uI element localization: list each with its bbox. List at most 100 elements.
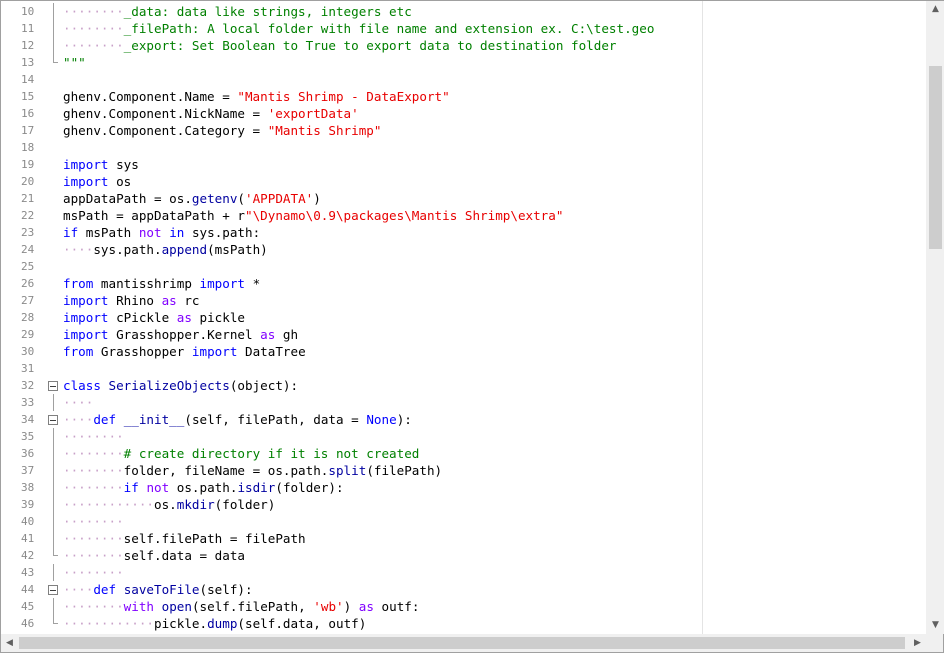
code-line[interactable]: 25 <box>1 258 926 275</box>
code-line[interactable]: 18 <box>1 139 926 156</box>
code-line[interactable]: 12 ········_export: Set Boolean to True t… <box>1 37 926 54</box>
code-line[interactable]: 32 class SerializeObjects(object): <box>1 377 926 394</box>
code-line[interactable]: 42 ········self.data = data <box>1 547 926 564</box>
fold-collapse-icon[interactable] <box>48 415 58 425</box>
edge-column-guide <box>702 1 703 634</box>
code-editor[interactable]: 10 ········_data: data like strings, inte… <box>0 0 944 653</box>
code-token: (filePath) <box>366 463 443 478</box>
fold-collapse-icon[interactable] <box>48 381 58 391</box>
code-line[interactable]: 34 ····def __init__(self, filePath, data … <box>1 411 926 428</box>
fold-collapse-icon[interactable] <box>48 585 58 595</box>
code-line[interactable]: 13 """ <box>1 54 926 71</box>
code-line[interactable]: 27 import Rhino as rc <box>1 292 926 309</box>
vertical-scrollbar[interactable]: ▲ ▼ <box>926 1 944 634</box>
code-text[interactable]: ghenv.Component.Category = "Mantis Shrim… <box>63 122 381 139</box>
code-line[interactable]: 40 ········ <box>1 513 926 530</box>
code-line[interactable]: 43 ········ <box>1 564 926 581</box>
code-line[interactable]: 14 <box>1 71 926 88</box>
code-text[interactable]: ····def saveToFile(self): <box>63 581 253 598</box>
code-line[interactable]: 15 ghenv.Component.Name = "Mantis Shrimp … <box>1 88 926 105</box>
code-text[interactable]: ····sys.path.append(msPath) <box>63 241 268 258</box>
code-text[interactable]: ············os.mkdir(folder) <box>63 496 275 513</box>
code-line[interactable]: 10 ········_data: data like strings, inte… <box>1 3 926 20</box>
code-line[interactable]: 26 from mantisshrimp import * <box>1 275 926 292</box>
code-text[interactable]: ········folder, fileName = os.path.split… <box>63 462 442 479</box>
code-line[interactable]: 46 ············pickle.dump(self.data, out… <box>1 615 926 632</box>
scroll-down-arrow-icon[interactable]: ▼ <box>927 617 944 634</box>
code-line[interactable]: 30 from Grasshopper import DataTree <box>1 343 926 360</box>
line-number: 30 <box>21 345 35 358</box>
line-number: 20 <box>21 175 35 188</box>
code-text[interactable]: ········if not os.path.isdir(folder): <box>63 479 344 496</box>
code-text[interactable]: appDataPath = os.getenv('APPDATA') <box>63 190 321 207</box>
code-text[interactable]: class SerializeObjects(object): <box>63 377 298 394</box>
line-number: 40 <box>21 515 35 528</box>
scroll-right-arrow-icon[interactable]: ▶ <box>909 634 926 652</box>
code-token: def <box>93 412 117 427</box>
vertical-scroll-thumb[interactable] <box>929 66 942 249</box>
code-line[interactable]: 20 import os <box>1 173 926 190</box>
code-area[interactable]: 10 ········_data: data like strings, inte… <box>1 1 926 634</box>
code-line[interactable]: 45 ········with open(self.filePath, 'wb')… <box>1 598 926 615</box>
code-line[interactable]: 16 ghenv.Component.NickName = 'exportData… <box>1 105 926 122</box>
code-text[interactable]: ···· <box>63 394 93 411</box>
code-line[interactable]: 31 <box>1 360 926 377</box>
code-text[interactable]: import Rhino as rc <box>63 292 200 309</box>
code-line[interactable]: 36 ········# create directory if it is no… <box>1 445 926 462</box>
code-token: import <box>199 276 246 291</box>
code-text[interactable]: ········with open(self.filePath, 'wb') a… <box>63 598 419 615</box>
code-text[interactable]: from Grasshopper import DataTree <box>63 343 306 360</box>
code-line[interactable]: 21 appDataPath = os.getenv('APPDATA') <box>1 190 926 207</box>
code-text[interactable]: if msPath not in sys.path: <box>63 224 260 241</box>
code-token: (self): <box>199 582 253 597</box>
code-line[interactable]: 38 ········if not os.path.isdir(folder): <box>1 479 926 496</box>
line-number: 43 <box>21 566 35 579</box>
code-line[interactable]: 28 import cPickle as pickle <box>1 309 926 326</box>
horizontal-scrollbar[interactable]: ◀ ▶ <box>1 634 926 652</box>
code-text[interactable]: ghenv.Component.Name = "Mantis Shrimp - … <box>63 88 450 105</box>
code-text[interactable]: ········ <box>63 428 124 445</box>
code-line[interactable]: 17 ghenv.Component.Category = "Mantis Shr… <box>1 122 926 139</box>
line-number: 19 <box>21 158 35 171</box>
code-line[interactable]: 39 ············os.mkdir(folder) <box>1 496 926 513</box>
code-line[interactable]: 37 ········folder, fileName = os.path.spl… <box>1 462 926 479</box>
code-text[interactable]: """ <box>63 54 86 71</box>
scroll-left-arrow-icon[interactable]: ◀ <box>1 634 18 652</box>
code-line[interactable]: 29 import Grasshopper.Kernel as gh <box>1 326 926 343</box>
code-text[interactable]: ········_filePath: A local folder with f… <box>63 20 654 37</box>
code-text[interactable]: ····def __init__(self, filePath, data = … <box>63 411 412 428</box>
line-number: 17 <box>21 124 35 137</box>
code-line[interactable]: 19 import sys <box>1 156 926 173</box>
code-text[interactable]: import cPickle as pickle <box>63 309 245 326</box>
code-text[interactable]: ghenv.Component.NickName = 'exportData' <box>63 105 359 122</box>
code-text[interactable]: ········_data: data like strings, intege… <box>63 3 412 20</box>
horizontal-scroll-thumb[interactable] <box>19 637 905 649</box>
code-text[interactable]: ············pickle.dump(self.data, outf) <box>63 615 366 632</box>
code-token: ): <box>396 412 412 427</box>
code-line[interactable]: 11 ········_filePath: A local folder with… <box>1 20 926 37</box>
code-token: ghenv.Component.Category = <box>63 123 268 138</box>
code-token: ghenv.Component.NickName = <box>63 106 268 121</box>
scroll-up-arrow-icon[interactable]: ▲ <box>927 1 944 18</box>
code-line[interactable]: 35 ········ <box>1 428 926 445</box>
code-line[interactable]: 23 if msPath not in sys.path: <box>1 224 926 241</box>
code-text[interactable]: from mantisshrimp import * <box>63 275 260 292</box>
code-line[interactable]: 24 ····sys.path.append(msPath) <box>1 241 926 258</box>
code-text[interactable]: msPath = appDataPath + r"\Dynamo\0.9\pac… <box>63 207 563 224</box>
code-line[interactable]: 33 ···· <box>1 394 926 411</box>
code-text[interactable]: import os <box>63 173 131 190</box>
fold-end-guide <box>53 54 58 63</box>
line-number: 37 <box>21 464 35 477</box>
code-text[interactable]: import Grasshopper.Kernel as gh <box>63 326 298 343</box>
code-text[interactable]: import sys <box>63 156 139 173</box>
code-line[interactable]: 41 ········self.filePath = filePath <box>1 530 926 547</box>
code-text[interactable]: ········self.data = data <box>63 547 245 564</box>
code-text[interactable]: ········self.filePath = filePath <box>63 530 306 547</box>
code-line[interactable]: 44 ····def saveToFile(self): <box>1 581 926 598</box>
code-text[interactable]: ········# create directory if it is not … <box>63 445 419 462</box>
code-text[interactable]: ········ <box>63 513 124 530</box>
line-number: 31 <box>21 362 35 375</box>
code-line[interactable]: 22 msPath = appDataPath + r"\Dynamo\0.9\p… <box>1 207 926 224</box>
code-text[interactable]: ········ <box>63 564 124 581</box>
code-text[interactable]: ········_export: Set Boolean to True to … <box>63 37 617 54</box>
